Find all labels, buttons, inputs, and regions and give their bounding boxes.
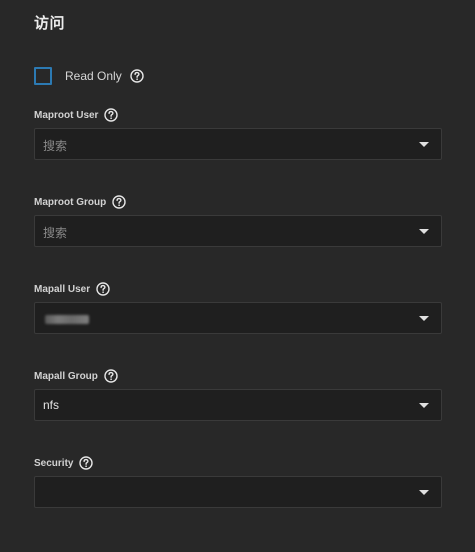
chevron-down-icon[interactable] <box>419 490 429 495</box>
mapall-group-label-row: Mapall Group <box>34 368 118 384</box>
mapall-group-label: Mapall Group <box>34 370 98 382</box>
maproot-group-placeholder: 搜索 <box>43 226 68 240</box>
section-title: 访问 <box>34 15 66 32</box>
maproot-user-placeholder: 搜索 <box>43 139 68 153</box>
security-select[interactable] <box>34 476 442 508</box>
help-icon[interactable] <box>79 456 94 470</box>
mapall-group-select[interactable]: nfs <box>34 389 442 421</box>
maproot-group-select[interactable]: 搜索 <box>34 215 442 247</box>
mapall-user-label-row: Mapall User <box>34 281 110 297</box>
help-icon[interactable] <box>112 195 126 209</box>
chevron-down-icon[interactable] <box>419 316 429 321</box>
mapall-user-label: Mapall User <box>34 283 91 295</box>
maproot-user-label: Maproot User <box>34 109 99 121</box>
read-only-row: Read Only <box>34 66 144 86</box>
help-icon[interactable] <box>104 369 118 383</box>
maproot-group-label-row: Maproot Group <box>34 194 126 210</box>
obscured-value <box>45 315 89 324</box>
security-label-row: Security <box>34 455 94 471</box>
read-only-checkbox[interactable] <box>34 67 52 85</box>
chevron-down-icon[interactable] <box>419 403 429 408</box>
maproot-user-label-row: Maproot User <box>34 107 119 123</box>
chevron-down-icon[interactable] <box>419 229 429 234</box>
help-icon[interactable] <box>104 108 119 122</box>
chevron-down-icon[interactable] <box>419 142 429 147</box>
help-icon[interactable] <box>96 282 110 296</box>
mapall-group-value: nfs <box>43 398 60 412</box>
security-label: Security <box>34 457 74 469</box>
access-settings-panel: 访问 Read Only Maproot User 搜索 Maproot Gro… <box>0 0 475 552</box>
mapall-user-select[interactable] <box>34 302 442 334</box>
maproot-user-select[interactable]: 搜索 <box>34 128 442 160</box>
maproot-group-label: Maproot Group <box>34 196 107 208</box>
read-only-label[interactable]: Read Only <box>65 69 122 83</box>
help-icon[interactable] <box>130 69 144 83</box>
